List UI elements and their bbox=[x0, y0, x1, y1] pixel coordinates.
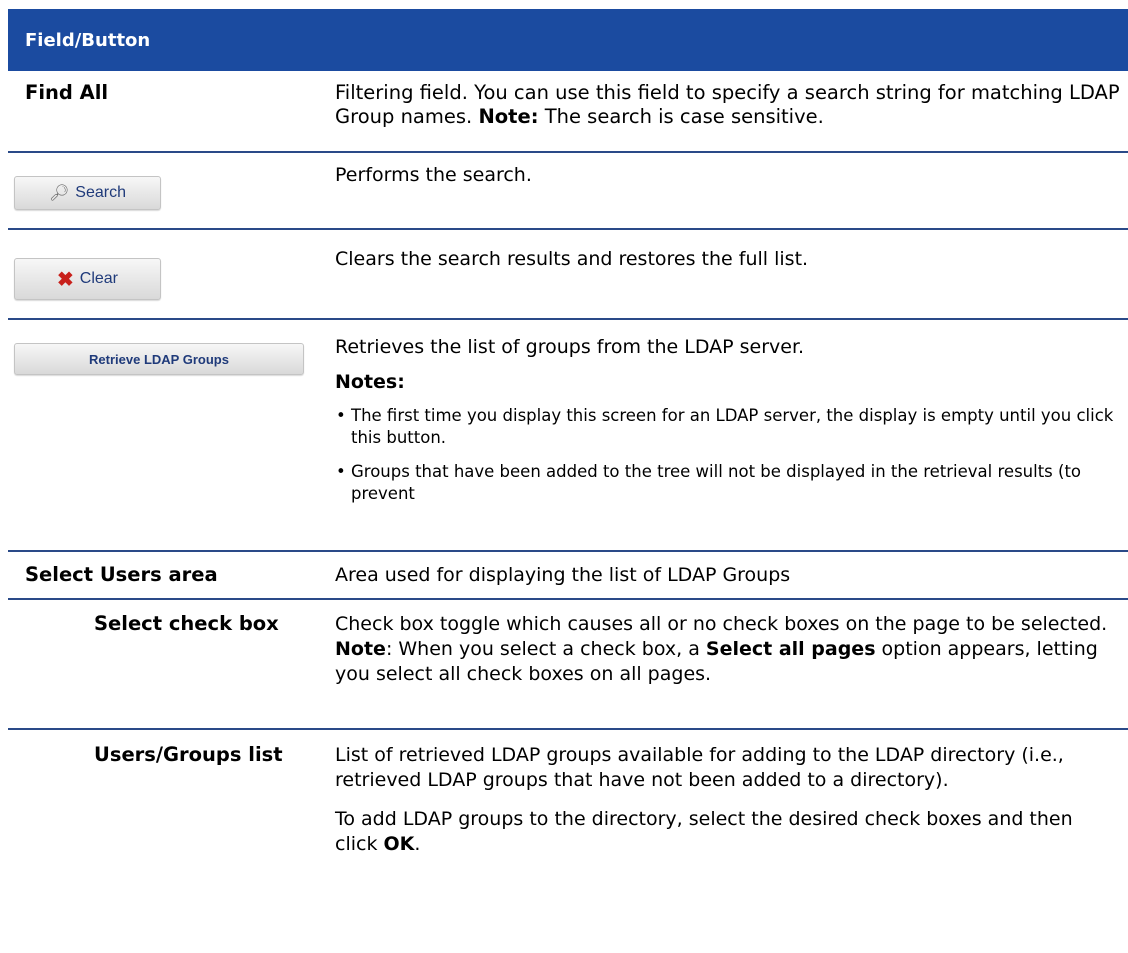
row-desc-users-groups-list: List of retrieved LDAP groups available … bbox=[335, 744, 1064, 791]
table-row-clear: ✖ Clear Clears the search results and re… bbox=[8, 230, 1128, 320]
table-header: Field/Button bbox=[8, 9, 1128, 71]
close-icon: ✖ bbox=[57, 268, 74, 291]
table-row-select-check-box: Select check box Check box toggle which … bbox=[8, 600, 1128, 730]
row-label-find-all: Find All bbox=[25, 81, 109, 104]
row-label-users-groups-list: Users/Groups list bbox=[94, 743, 283, 766]
note-item-1: The first time you display this screen f… bbox=[335, 405, 1120, 449]
retrieve-ldap-groups-button[interactable]: Retrieve LDAP Groups bbox=[14, 343, 304, 375]
retrieve-button-label: Retrieve LDAP Groups bbox=[89, 351, 229, 367]
clear-button-label: Clear bbox=[79, 270, 118, 287]
note-item-2: Groups that have been added to the tree … bbox=[335, 461, 1120, 505]
table-row-retrieve: Retrieve LDAP Groups Retrieves the list … bbox=[8, 320, 1128, 552]
row-desc-users-groups-list-2: To add LDAP groups to the directory, sel… bbox=[335, 808, 1073, 855]
row-desc-select-users-area: Area used for displaying the list of LDA… bbox=[335, 564, 791, 586]
row-desc-search: Performs the search. bbox=[335, 164, 532, 186]
table-row-users-groups-list: Users/Groups list List of retrieved LDAP… bbox=[8, 730, 1128, 935]
row-desc-clear: Clears the search results and restores t… bbox=[335, 248, 809, 270]
header-title: Field/Button bbox=[25, 29, 151, 51]
table-row-select-users-area: Select Users area Area used for displayi… bbox=[8, 552, 1128, 600]
row-desc-select-check-box: Check box toggle which causes all or no … bbox=[335, 613, 1108, 685]
search-icon: 🔎︎ bbox=[48, 185, 70, 202]
search-button-label: Search bbox=[75, 184, 126, 201]
row-label-select-users-area: Select Users area bbox=[25, 563, 218, 586]
row-label-select-check-box: Select check box bbox=[94, 612, 279, 635]
table-row-search: 🔎︎ Search Performs the search. bbox=[8, 153, 1128, 230]
notes-title: Notes: bbox=[335, 371, 405, 393]
field-button-table: Field/Button Find All Filtering field. Y… bbox=[0, 9, 1128, 935]
clear-button[interactable]: ✖ Clear bbox=[14, 258, 161, 300]
table-row-find-all: Find All Filtering field. You can use th… bbox=[8, 71, 1128, 153]
row-desc-find-all: Filtering field. You can use this field … bbox=[335, 81, 1120, 128]
search-button[interactable]: 🔎︎ Search bbox=[14, 176, 161, 210]
row-desc-retrieve: Retrieves the list of groups from the LD… bbox=[335, 336, 805, 358]
